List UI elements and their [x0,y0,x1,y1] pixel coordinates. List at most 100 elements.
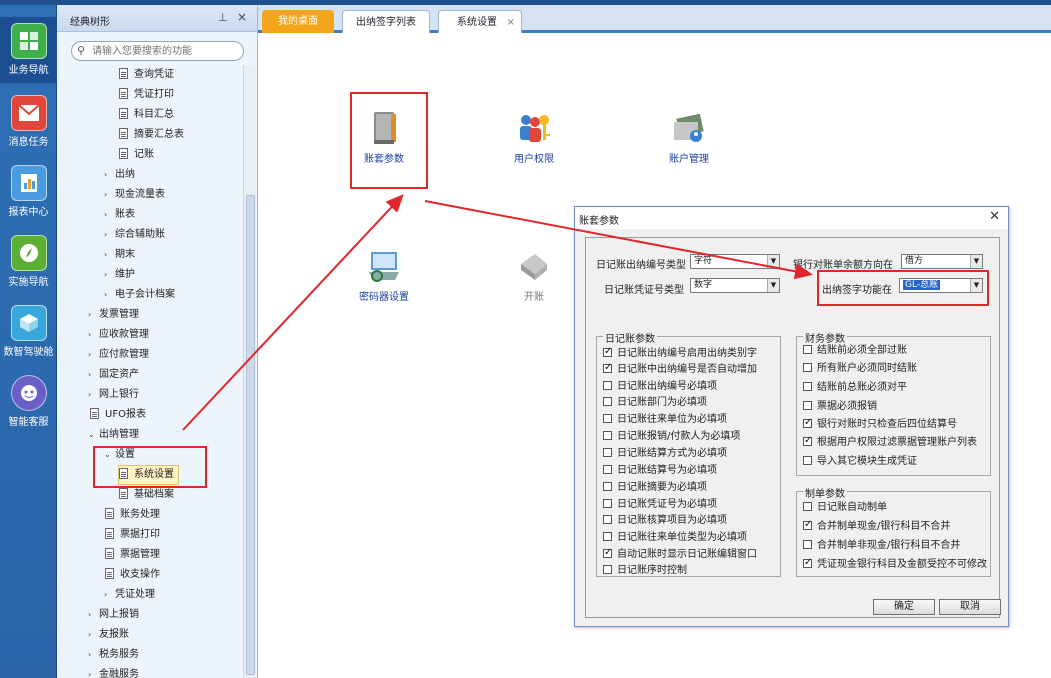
checkbox-checked[interactable] [803,416,812,430]
tree-item-youbaozhang[interactable]: › 友报账 [88,626,129,644]
tree-item-finance[interactable]: › 金融服务 [88,666,139,678]
finance-option[interactable]: 根据用户权限过滤票据管理账户列表 [803,434,977,452]
finance-option[interactable]: 结账前必须全部过账 [803,344,907,360]
search-box[interactable]: ⚲ [71,41,244,61]
checkbox[interactable] [603,448,612,457]
tree-item-cashier-mgmt[interactable]: ⌄ 出纳管理 [88,426,139,444]
tree-item-cashier[interactable]: › 出纳 [104,166,135,184]
checkbox-checked[interactable] [603,345,612,359]
nav-cockpit[interactable]: 数智驾驶舱 [0,299,57,365]
checkbox[interactable] [603,414,612,423]
finance-option[interactable]: 导入其它模块生成凭证 [803,455,917,471]
tree-item-accounting[interactable]: 账务处理 [105,506,160,524]
func-user-permissions[interactable]: 用户权限 [494,110,574,165]
nav-service[interactable]: 智能客服 [0,369,57,435]
search-input[interactable] [92,44,240,58]
tab-my-desktop[interactable]: 我的桌面 [262,10,334,33]
finance-option[interactable]: 结账前总账必须对平 [803,381,907,397]
dialog-close-icon[interactable]: ✕ [989,209,1000,224]
tree-item-e-archive[interactable]: › 电子会计档案 [104,286,175,304]
tree-item-maintenance[interactable]: › 维护 [104,266,135,284]
checkbox[interactable] [603,499,612,508]
checkbox[interactable] [803,382,812,391]
journal-option[interactable]: 日记账往来单位类型为必填项 [603,531,747,547]
checkbox[interactable] [603,532,612,541]
journal-option[interactable]: 日记账结算方式为必填项 [603,447,727,463]
pin-icon[interactable]: ⊥ [218,11,228,24]
tab-close-icon[interactable]: × [507,11,515,34]
ok-button[interactable]: 确定 [873,599,935,615]
voucher-option[interactable]: 凭证现金银行科目及金额受控不可修改 [803,556,987,574]
scroll-thumb[interactable] [246,195,255,675]
tree-item-period-end[interactable]: › 期末 [104,246,135,264]
checkbox[interactable] [803,456,812,465]
journal-option[interactable]: 日记账序时控制 [603,564,687,580]
tree-item-bookkeeping[interactable]: 记账 [119,146,154,164]
checkbox[interactable] [803,363,812,372]
journal-option[interactable]: 日记账往来单位为必填项 [603,413,727,429]
journal-option[interactable]: 日记账凭证号为必填项 [603,498,717,514]
journal-option[interactable]: 日记账核算项目为必填项 [603,514,727,530]
voucher-option[interactable]: 合并制单现金/银行科目不合并 [803,518,950,536]
nav-report[interactable]: 报表中心 [0,159,57,225]
checkbox[interactable] [803,345,812,354]
tree-item-abstract-summary[interactable]: 摘要汇总表 [119,126,184,144]
close-icon[interactable]: × [237,10,247,24]
checkbox[interactable] [603,482,612,491]
checkbox-checked[interactable] [603,546,612,560]
tree-scrollbar[interactable] [243,65,256,678]
tree-item-online-reimburse[interactable]: › 网上报销 [88,606,139,624]
tree-item-print-voucher[interactable]: 凭证打印 [119,86,174,104]
journal-option[interactable]: 日记账报销/付款人为必填项 [603,430,740,446]
checkbox[interactable] [603,381,612,390]
finance-option[interactable]: 银行对账时只检查后四位结算号 [803,416,957,434]
tree-item-invoice[interactable]: › 发票管理 [88,306,139,324]
checkbox-checked[interactable] [803,556,812,570]
tree-item-cashflow[interactable]: › 现金流量表 [104,186,165,204]
checkbox[interactable] [803,540,812,549]
tab-system-settings[interactable]: 系统设置 × [438,10,522,33]
tree-item-basic-archive[interactable]: 基础档案 [119,486,174,504]
tree-item-payables[interactable]: › 应付款管理 [88,346,149,364]
finance-option[interactable]: 票据必须报销 [803,400,877,416]
serial-type-select[interactable]: 字符 ▼ [690,254,780,269]
func-device-settings[interactable]: 密码器设置 [344,248,424,303]
journal-option[interactable]: 日记账中出纳编号是否自动增加 [603,361,757,379]
nav-message[interactable]: 消息任务 [0,89,57,155]
checkbox[interactable] [603,397,612,406]
journal-option[interactable]: 日记账出纳编号必填项 [603,380,717,396]
voucher-type-select[interactable]: 数字 ▼ [690,278,780,293]
tree-item-ufo-report[interactable]: UFO报表 [90,406,146,424]
tree-item-query-voucher[interactable]: 查询凭证 [119,66,174,84]
journal-option[interactable]: 日记账摘要为必填项 [603,481,707,497]
func-account-management[interactable]: 账户管理 [649,110,729,165]
finance-option[interactable]: 所有账户必须同时结账 [803,362,917,378]
func-open-ledger[interactable]: 开账 [494,248,574,303]
journal-option[interactable]: 自动记账时显示日记账编辑窗口 [603,546,757,564]
tree-item-receivables[interactable]: › 应收款管理 [88,326,149,344]
checkbox-checked[interactable] [803,434,812,448]
nav-business[interactable]: 业务导航 [0,17,57,83]
nav-implement[interactable]: 实施导航 [0,229,57,295]
checkbox-checked[interactable] [603,361,612,375]
journal-option[interactable]: 日记账出纳编号启用出纳类别字 [603,345,757,363]
tree-item-fixed-assets[interactable]: › 固定资产 [88,366,139,384]
tree-item-aux-ledger[interactable]: › 综合辅助账 [104,226,165,244]
tab-cashier-sign-list[interactable]: 出纳签字列表 [342,10,430,33]
cancel-button[interactable]: 取消 [939,599,1001,615]
checkbox[interactable] [803,401,812,410]
tree-item-voucher-process[interactable]: › 凭证处理 [104,586,155,604]
checkbox-checked[interactable] [803,518,812,532]
balance-direction-select[interactable]: 借方 ▼ [901,254,983,269]
checkbox[interactable] [603,565,612,574]
tree-item-tax[interactable]: › 税务服务 [88,646,139,664]
journal-option[interactable]: 日记账部门为必填项 [603,396,707,412]
journal-option[interactable]: 日记账结算号为必填项 [603,464,717,480]
tree-item-ledgers[interactable]: › 账表 [104,206,135,224]
checkbox[interactable] [603,515,612,524]
voucher-option[interactable]: 合并制单非现金/银行科目不合并 [803,539,960,555]
tree-item-bill-mgmt[interactable]: 票据管理 [105,546,160,564]
voucher-option[interactable]: 日记账自动制单 [803,501,887,517]
tree-item-bill-print[interactable]: 票据打印 [105,526,160,544]
checkbox[interactable] [603,431,612,440]
